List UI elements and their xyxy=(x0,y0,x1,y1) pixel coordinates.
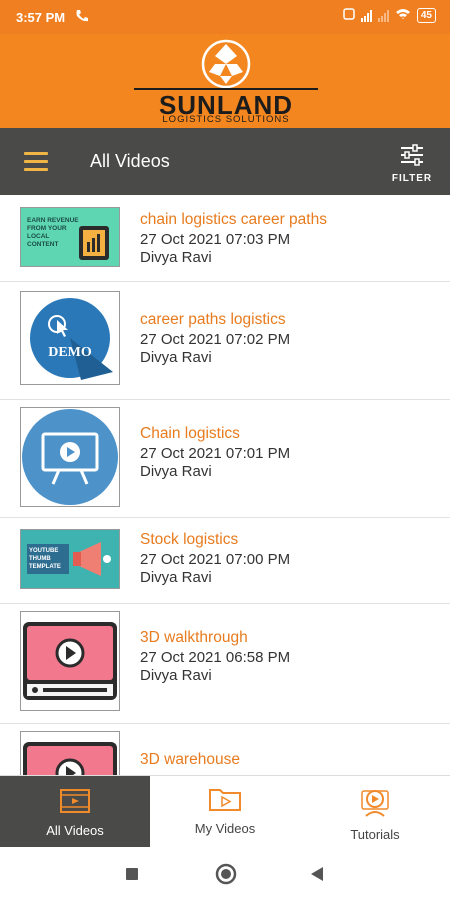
filter-button[interactable]: FILTER xyxy=(388,144,436,184)
film-strip-icon xyxy=(60,789,90,813)
hamburger-menu-icon[interactable] xyxy=(24,152,48,172)
video-author: Divya Ravi xyxy=(140,349,212,366)
nav-label: My Videos xyxy=(194,821,256,836)
video-author: Divya Ravi xyxy=(140,463,212,480)
video-title[interactable]: chain logistics career paths xyxy=(140,211,327,229)
brand-tagline: LOGISTICS SOLUTIONS xyxy=(162,114,290,125)
video-item[interactable]: YOUTUBE THUMB TEMPLATE Stock logistics 27 … xyxy=(0,517,450,604)
nav-my-videos[interactable]: My Videos xyxy=(150,776,300,848)
video-date: 27 Oct 2021 07:03 PM xyxy=(140,231,291,248)
video-thumbnail: DEMO xyxy=(20,291,120,385)
thumb-caption: DEMO xyxy=(48,345,92,360)
signal-2-icon xyxy=(377,9,389,22)
nav-label: Tutorials xyxy=(350,827,400,842)
video-thumbnail xyxy=(20,611,120,711)
video-author: Divya Ravi xyxy=(140,569,212,586)
system-navigation-bar xyxy=(0,847,450,900)
home-icon[interactable] xyxy=(215,863,237,890)
status-icons: 45 xyxy=(343,8,436,23)
video-list: EARN REVENUE FROM YOUR LOCAL CONTENT chain … xyxy=(0,195,450,775)
video-thumbnail: EARN REVENUE FROM YOUR LOCAL CONTENT xyxy=(20,207,120,267)
video-date: 27 Oct 2021 07:01 PM xyxy=(140,445,291,462)
page-title: All Videos xyxy=(90,151,170,171)
sunland-logo: SUNLAND LOGISTICS SOLUTIONS xyxy=(134,38,318,125)
video-thumbnail xyxy=(20,731,120,775)
battery-icon: 45 xyxy=(416,8,436,23)
sim-icon xyxy=(343,8,355,23)
brand-header: SUNLAND LOGISTICS SOLUTIONS xyxy=(0,34,450,128)
video-title[interactable]: Stock logistics xyxy=(140,531,290,549)
video-date: 27 Oct 2021 07:00 PM xyxy=(140,551,291,568)
nav-tutorials[interactable]: Tutorials xyxy=(300,776,450,848)
wifi-icon xyxy=(395,8,411,23)
filter-sliders-icon xyxy=(401,144,423,166)
bottom-navigation: All Videos My Videos Tutorials xyxy=(0,775,450,848)
status-time: 3:57 PM xyxy=(16,10,66,25)
nav-label: All Videos xyxy=(46,823,104,838)
video-item[interactable]: 3D warehouse xyxy=(0,723,450,775)
logo-mark-icon xyxy=(201,39,251,88)
video-date: 27 Oct 2021 06:58 PM xyxy=(140,649,291,666)
video-thumbnail xyxy=(20,407,120,507)
video-title[interactable]: career paths logistics xyxy=(140,311,290,329)
recent-apps-icon[interactable] xyxy=(125,867,139,886)
video-title[interactable]: Chain logistics xyxy=(140,425,290,443)
video-item[interactable]: 3D walkthrough 27 Oct 2021 06:58 PM Divy… xyxy=(0,603,450,724)
folder-play-icon xyxy=(209,789,241,811)
video-author: Divya Ravi xyxy=(140,249,212,266)
top-toolbar: All Videos FILTER xyxy=(0,128,450,195)
video-thumbnail: YOUTUBE THUMB TEMPLATE xyxy=(20,529,120,589)
video-title[interactable]: 3D walkthrough xyxy=(140,629,290,647)
video-date: 27 Oct 2021 07:02 PM xyxy=(140,331,291,348)
nav-all-videos[interactable]: All Videos xyxy=(0,776,150,848)
status-bar: 3:57 PM 45 xyxy=(0,0,450,34)
video-tutorial-icon xyxy=(361,790,389,817)
back-icon[interactable] xyxy=(310,866,324,887)
wifi-call-icon xyxy=(74,8,90,27)
video-item[interactable]: EARN REVENUE FROM YOUR LOCAL CONTENT chain … xyxy=(0,195,450,282)
video-title[interactable]: 3D warehouse xyxy=(140,751,240,769)
filter-label: FILTER xyxy=(391,173,433,184)
signal-icon xyxy=(360,9,372,22)
video-item[interactable]: Chain logistics 27 Oct 2021 07:01 PM Div… xyxy=(0,399,450,518)
video-item[interactable]: DEMO career paths logistics 27 Oct 2021 … xyxy=(0,281,450,400)
video-author: Divya Ravi xyxy=(140,667,212,684)
